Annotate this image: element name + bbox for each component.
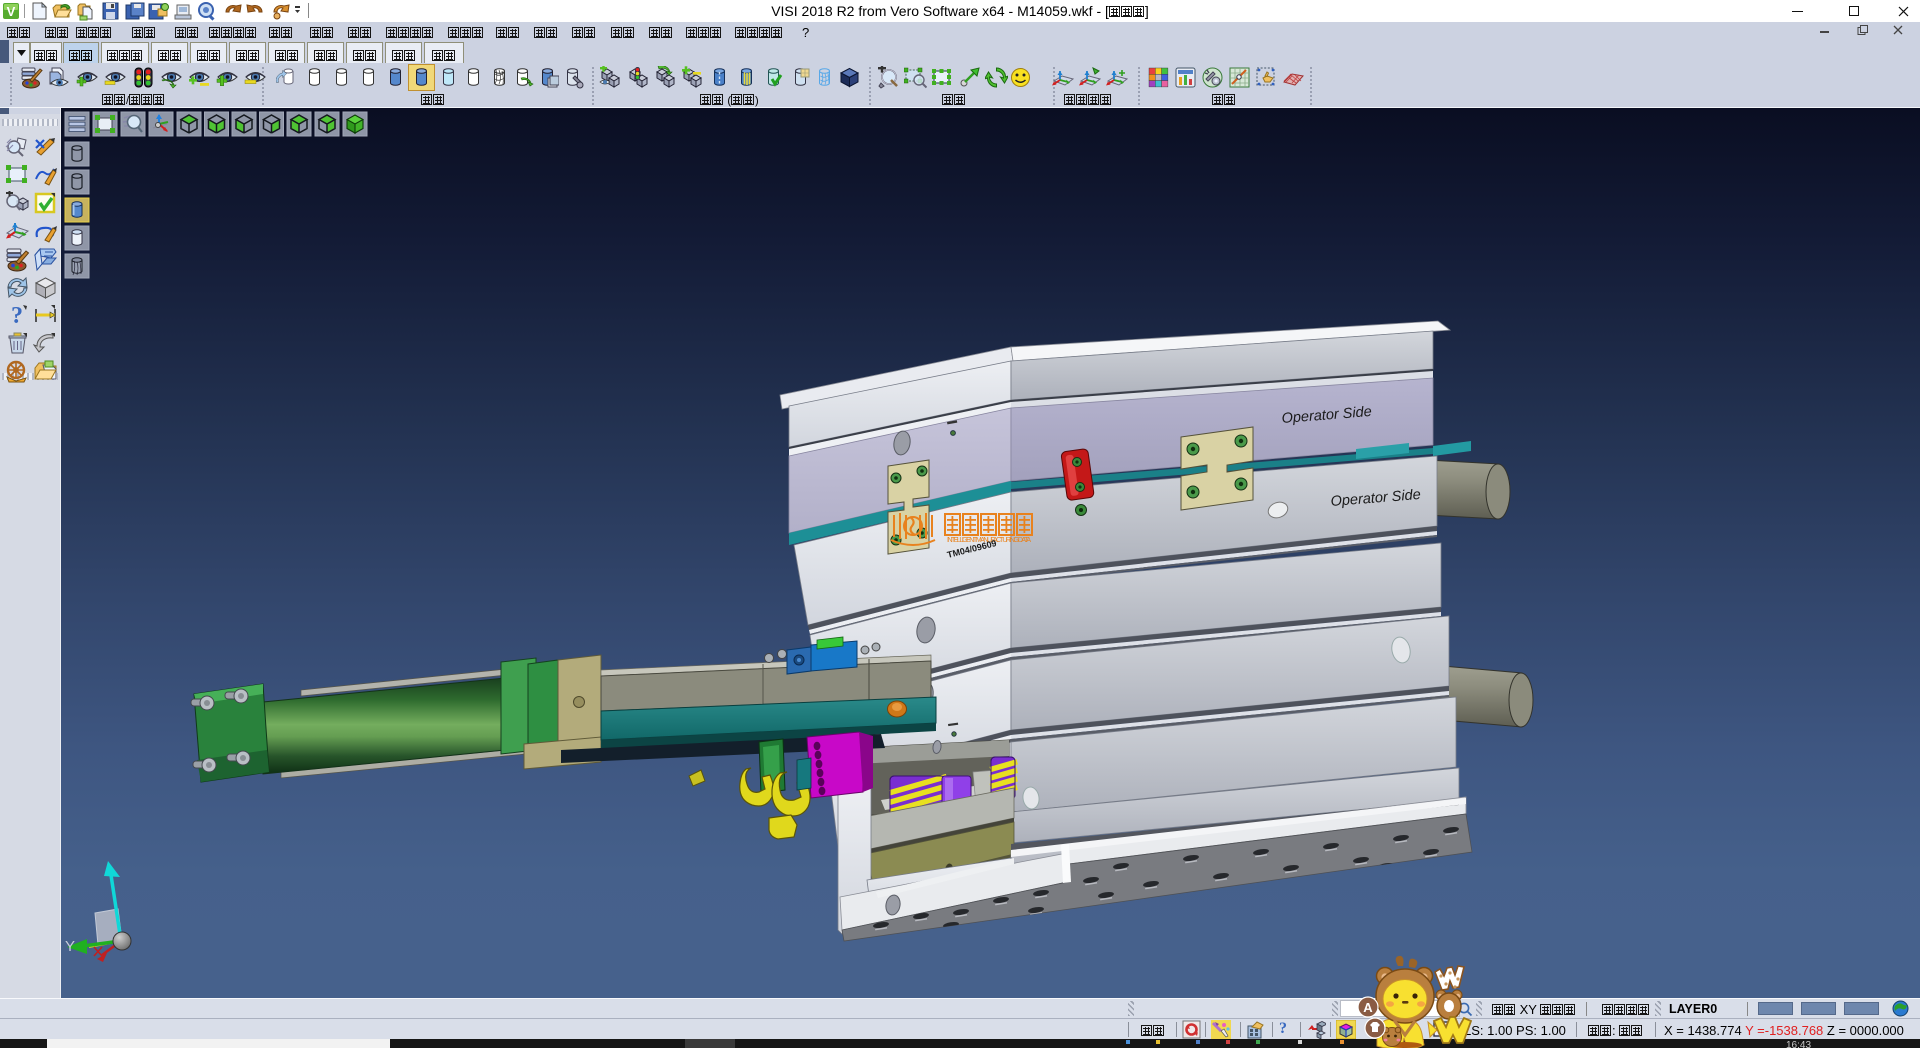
svg-text:?: ? xyxy=(11,303,23,328)
svg-text:A: A xyxy=(1363,1000,1373,1015)
svg-text:Y: Y xyxy=(65,938,75,955)
